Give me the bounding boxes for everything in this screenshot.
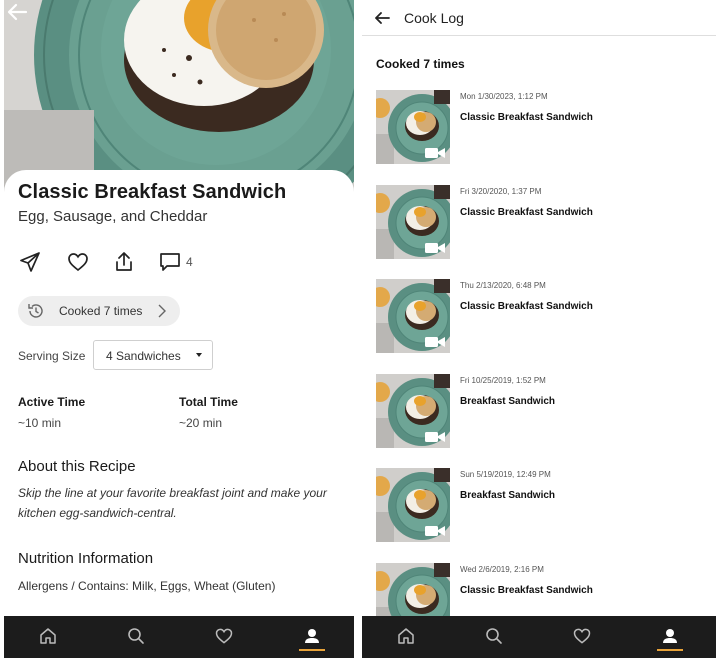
history-icon — [28, 304, 43, 318]
entry-recipe-name: Breakfast Sandwich — [460, 395, 556, 407]
cook-log-list: Mon 1/30/2023, 1:12 PM Classic Breakfast … — [362, 90, 716, 616]
nav-favorites[interactable] — [180, 616, 268, 658]
total-time-label: Total Time — [179, 395, 238, 409]
cooked-times-label: Cooked 7 times — [59, 304, 143, 318]
share-icon[interactable] — [112, 250, 136, 274]
cook-log-entry[interactable]: Mon 1/30/2023, 1:12 PM Classic Breakfast … — [362, 90, 716, 170]
entry-date: Fri 3/20/2020, 1:37 PM — [460, 186, 542, 196]
video-camera-icon — [425, 431, 445, 442]
entry-date: Sun 5/19/2019, 12:49 PM — [460, 470, 551, 479]
home-icon — [398, 628, 414, 644]
active-time-value: ~10 min — [18, 416, 62, 430]
cook-log-entry[interactable]: Fri 10/25/2019, 1:52 PM Breakfast Sandwic… — [362, 373, 716, 454]
serving-size-value: 4 Sandwiches — [106, 349, 181, 363]
entry-thumbnail — [376, 90, 450, 164]
nav-favorites[interactable] — [538, 616, 626, 658]
cook-log-title: Cook Log — [404, 10, 464, 26]
active-tab-indicator — [657, 649, 683, 651]
back-arrow-icon[interactable] — [372, 8, 392, 28]
cooked-times-button[interactable]: Cooked 7 times — [18, 296, 180, 326]
heart-icon — [573, 628, 591, 644]
comment-count: 4 — [186, 255, 193, 269]
heart-icon[interactable] — [66, 250, 90, 274]
entry-thumbnail — [376, 184, 450, 259]
entry-thumbnail — [376, 373, 450, 448]
nutrition-heading: Nutrition Information — [18, 550, 154, 567]
entry-recipe-name: Classic Breakfast Sandwich — [460, 301, 593, 312]
bottom-nav — [4, 616, 354, 658]
caret-down-icon — [196, 353, 202, 357]
recipe-detail-screen: Classic Breakfast Sandwich Egg, Sausage,… — [4, 0, 354, 658]
video-camera-icon — [425, 526, 445, 536]
cook-log-entry[interactable]: Wed 2/6/2019, 2:16 PM Classic Breakfast S… — [362, 562, 716, 616]
video-camera-icon — [425, 242, 445, 253]
serving-size-select[interactable]: 4 Sandwiches — [93, 340, 213, 370]
profile-icon — [663, 629, 677, 643]
cook-log-screen: Cook Log Cooked 7 times Mon 1/30/2023, 1… — [362, 0, 716, 658]
bottom-nav — [362, 616, 716, 658]
about-heading: About this Recipe — [18, 458, 136, 475]
recipe-subtitle: Egg, Sausage, and Cheddar — [18, 208, 208, 225]
search-icon — [486, 628, 502, 644]
nav-home[interactable] — [362, 616, 450, 658]
entry-date: Mon 1/30/2023, 1:12 PM — [460, 92, 548, 101]
back-arrow-icon[interactable] — [4, 0, 32, 24]
video-camera-icon — [425, 148, 445, 158]
search-icon — [128, 628, 144, 644]
entry-recipe-name: Classic Breakfast Sandwich — [460, 112, 593, 123]
comment-icon[interactable] — [158, 250, 182, 274]
cook-log-entry[interactable]: Sun 5/19/2019, 12:49 PM Breakfast Sandwic… — [362, 468, 716, 548]
video-camera-icon — [425, 337, 445, 347]
serving-size-label: Serving Size — [18, 349, 86, 363]
entry-date: Fri 10/25/2019, 1:52 PM — [460, 375, 546, 385]
cook-log-entry[interactable]: Fri 3/20/2020, 1:37 PM Classic Breakfast … — [362, 184, 716, 265]
chevron-right-icon — [158, 304, 166, 318]
nav-profile[interactable] — [626, 616, 714, 658]
entry-recipe-name: Classic Breakfast Sandwich — [460, 206, 593, 218]
cook-count-label: Cooked 7 times — [376, 57, 465, 71]
nav-search[interactable] — [450, 616, 538, 658]
entry-thumbnail — [376, 562, 450, 616]
recipe-actions: 4 — [18, 250, 238, 274]
profile-icon — [305, 629, 319, 643]
nav-home[interactable] — [4, 616, 92, 658]
send-icon[interactable] — [18, 250, 42, 274]
recipe-title: Classic Breakfast Sandwich — [18, 181, 287, 203]
entry-recipe-name: Classic Breakfast Sandwich — [460, 584, 593, 596]
allergens-text: Allergens / Contains: Milk, Eggs, Wheat … — [18, 579, 276, 593]
active-time-label: Active Time — [18, 395, 86, 409]
entry-thumbnail — [376, 468, 450, 542]
entry-date: Wed 2/6/2019, 2:16 PM — [460, 564, 544, 574]
home-icon — [40, 628, 56, 644]
active-tab-indicator — [299, 649, 325, 651]
recipe-info-sheet: Classic Breakfast Sandwich Egg, Sausage,… — [4, 170, 354, 616]
about-text: Skip the line at your favorite breakfast… — [18, 486, 327, 520]
cook-log-entry[interactable]: Thu 2/13/2020, 6:48 PM Classic Breakfast … — [362, 279, 716, 359]
entry-date: Thu 2/13/2020, 6:48 PM — [460, 281, 546, 290]
entry-recipe-name: Breakfast Sandwich — [460, 490, 556, 501]
entry-thumbnail — [376, 279, 450, 353]
nav-profile[interactable] — [268, 616, 354, 658]
total-time-value: ~20 min — [179, 416, 223, 430]
heart-icon — [215, 628, 233, 644]
nav-search[interactable] — [92, 616, 180, 658]
cook-log-topbar: Cook Log — [362, 0, 716, 36]
